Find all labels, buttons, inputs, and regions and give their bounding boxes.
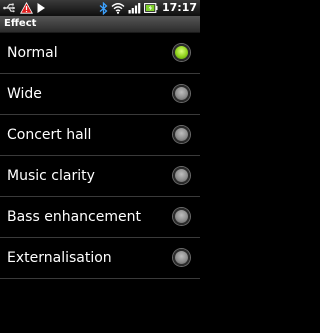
battery-icon (144, 1, 158, 15)
radio-selected-icon[interactable] (173, 44, 190, 61)
option-label: Music clarity (7, 168, 95, 184)
option-label: Bass enhancement (7, 209, 141, 225)
option-row-normal[interactable]: Normal (0, 33, 200, 74)
usb-icon (3, 1, 17, 15)
status-bar-clock: 17:17 (161, 1, 197, 14)
signal-icon (128, 1, 141, 15)
radio-unselected-icon[interactable] (173, 208, 190, 225)
title-bar: Effect (0, 16, 200, 33)
option-row-wide[interactable]: Wide (0, 74, 200, 115)
wifi-icon (111, 1, 125, 15)
play-icon (36, 1, 46, 15)
option-label: Normal (7, 45, 58, 61)
radio-unselected-icon[interactable] (173, 126, 190, 143)
option-label: Externalisation (7, 250, 112, 266)
radio-unselected-icon[interactable] (173, 167, 190, 184)
radio-unselected-icon[interactable] (173, 249, 190, 266)
status-bar-system-icons[interactable]: 17:17 (99, 1, 200, 15)
effect-option-list: Normal Wide Concert hall Music clarity B… (0, 33, 200, 279)
option-label: Wide (7, 86, 42, 102)
option-row-bass-enhancement[interactable]: Bass enhancement (0, 197, 200, 238)
option-row-concert-hall[interactable]: Concert hall (0, 115, 200, 156)
warning-icon (20, 1, 33, 15)
bluetooth-icon (99, 1, 108, 15)
option-row-music-clarity[interactable]: Music clarity (0, 156, 200, 197)
status-bar: 17:17 (0, 0, 200, 16)
status-bar-notifications[interactable] (0, 1, 46, 15)
option-row-externalisation[interactable]: Externalisation (0, 238, 200, 279)
page-title: Effect (4, 18, 37, 29)
option-label: Concert hall (7, 127, 92, 143)
radio-unselected-icon[interactable] (173, 85, 190, 102)
